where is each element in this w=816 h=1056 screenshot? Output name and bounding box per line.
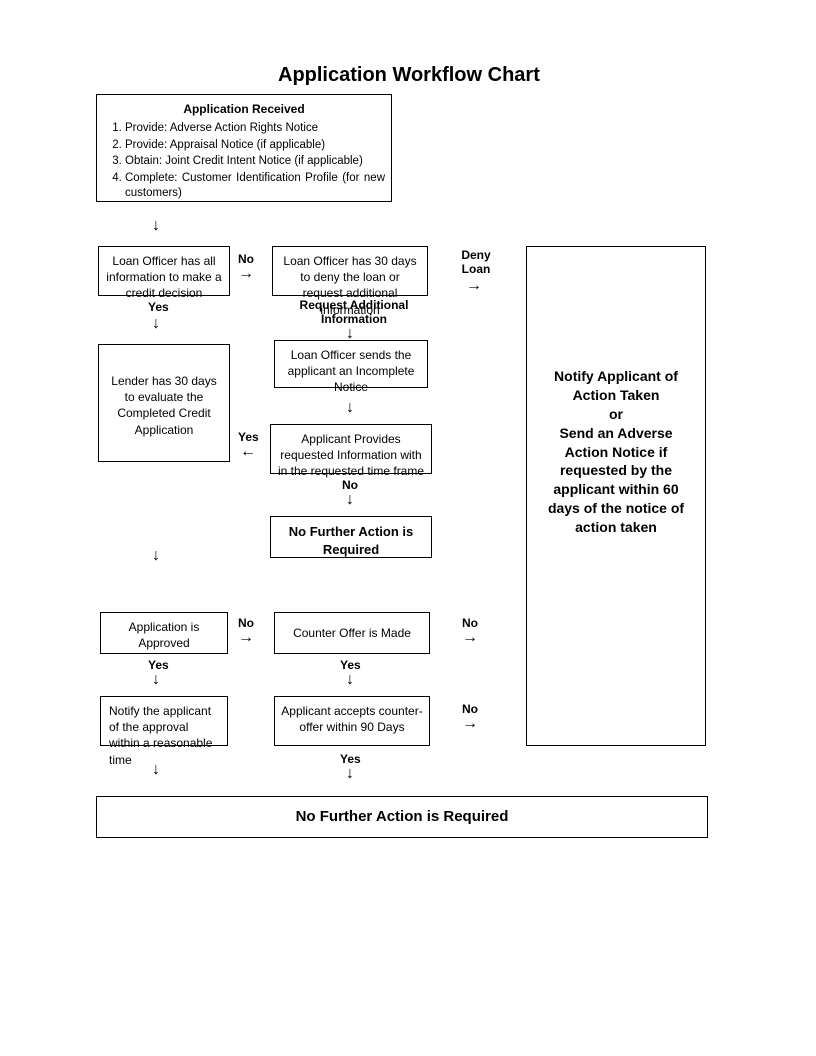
arrow-right-icon: → xyxy=(462,630,478,646)
label-yes: Yes xyxy=(340,752,361,766)
arrow-left-icon: ← xyxy=(240,444,256,460)
arrow-down-icon: ↓ xyxy=(152,316,160,332)
box-counter-offer: Counter Offer is Made xyxy=(274,612,430,654)
arrow-down-icon: ↓ xyxy=(346,672,354,688)
arrow-down-icon: ↓ xyxy=(346,400,354,416)
list-item: Obtain: Joint Credit Intent Notice (if a… xyxy=(125,154,385,170)
box-loan-officer-30: Loan Officer has 30 days to deny the loa… xyxy=(272,246,428,296)
label-yes: Yes xyxy=(340,658,361,672)
box-application-received: Application Received Provide: Adverse Ac… xyxy=(96,94,392,202)
label-no: No xyxy=(238,616,254,630)
label-no: No xyxy=(462,702,478,716)
arrow-down-icon: ↓ xyxy=(152,548,160,564)
box-no-action-mid: No Further Action is Required xyxy=(270,516,432,558)
box-applicant-accepts: Applicant accepts counter-offer within 9… xyxy=(274,696,430,746)
arrow-down-icon: ↓ xyxy=(346,492,354,508)
arrow-right-icon: → xyxy=(462,716,478,732)
box-incomplete-notice: Loan Officer sends the applicant an Inco… xyxy=(274,340,428,388)
list-item: Complete: Customer Identification Profil… xyxy=(125,171,385,202)
box-notify-approval: Notify the applicant of the approval wit… xyxy=(100,696,228,746)
arrow-right-icon: → xyxy=(238,630,254,646)
arrow-down-icon: ↓ xyxy=(152,218,160,234)
label-no: No xyxy=(462,616,478,630)
box-app-approved: Application is Approved xyxy=(100,612,228,654)
arrow-down-icon: ↓ xyxy=(346,766,354,782)
arrow-down-icon: ↓ xyxy=(152,672,160,688)
label-no: No xyxy=(238,252,254,266)
box-applicant-provides: Applicant Provides requested Information… xyxy=(270,424,432,474)
box-no-action-final: No Further Action is Required xyxy=(96,796,708,838)
arrow-down-icon: ↓ xyxy=(152,762,160,778)
label-yes: Yes xyxy=(238,430,259,444)
app-received-list: Provide: Adverse Action Rights Notice Pr… xyxy=(103,121,385,202)
app-received-heading: Application Received xyxy=(103,101,385,117)
list-item: Provide: Appraisal Notice (if applicable… xyxy=(125,138,385,154)
label-request-additional: Request Additional Information xyxy=(284,298,424,326)
box-loan-officer-info: Loan Officer has all information to make… xyxy=(98,246,230,296)
list-item: Provide: Adverse Action Rights Notice xyxy=(125,121,385,137)
page-title: Application Workflow Chart xyxy=(278,64,540,87)
label-yes: Yes xyxy=(148,300,169,314)
label-yes: Yes xyxy=(148,658,169,672)
box-notify-action: Notify Applicant of Action Taken or Send… xyxy=(526,246,706,746)
label-deny-loan: DenyLoan xyxy=(456,248,496,276)
box-lender-30: Lender has 30 days to evaluate the Compl… xyxy=(98,344,230,462)
arrow-right-icon: → xyxy=(238,266,254,282)
label-no: No xyxy=(342,478,358,492)
arrow-right-icon: → xyxy=(466,278,482,294)
